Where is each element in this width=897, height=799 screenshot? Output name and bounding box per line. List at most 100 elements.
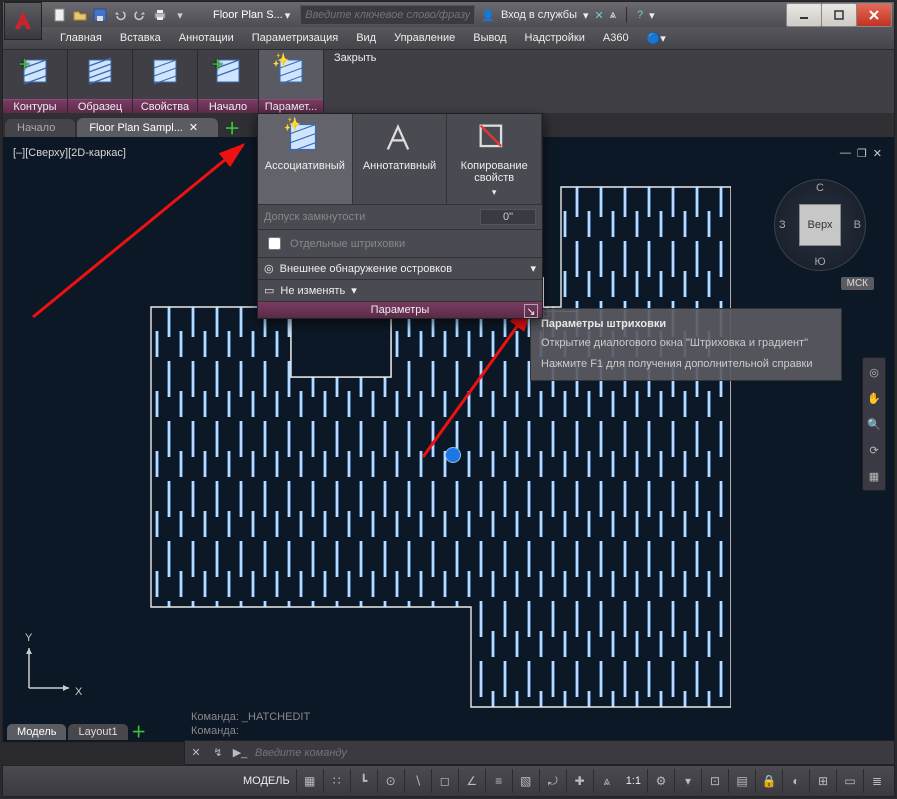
nav-wheel-icon[interactable]: ◎ bbox=[866, 364, 882, 380]
nav-orbit-icon[interactable]: ⟳ bbox=[866, 442, 882, 458]
ribbon-btn-origin[interactable]: ＋ bbox=[196, 52, 260, 88]
close-button[interactable] bbox=[856, 3, 892, 27]
tab-floorplan[interactable]: Floor Plan Sampl...✕ bbox=[77, 118, 218, 137]
app-logo[interactable] bbox=[4, 2, 42, 40]
tab-layout1[interactable]: Layout1 bbox=[68, 724, 127, 740]
ribbon-group-options: ✨ Парамет... bbox=[259, 50, 324, 114]
open-icon[interactable] bbox=[71, 6, 89, 24]
ribbon-btn-close[interactable]: Закрыть bbox=[324, 50, 386, 114]
workspace-icon[interactable]: ▾ bbox=[674, 769, 701, 793]
viewcube-face-top[interactable]: Верх bbox=[799, 204, 841, 246]
signin-icon[interactable]: 👤 bbox=[481, 9, 495, 22]
ribbon-label: Контуры bbox=[3, 99, 67, 114]
tab-start[interactable]: Начало bbox=[5, 119, 75, 137]
viewport-label[interactable]: [–][Сверху][2D-каркас] bbox=[13, 147, 126, 159]
polar-icon[interactable]: ⊙ bbox=[377, 769, 404, 793]
cmd-prompt-icon: ▶_ bbox=[229, 741, 251, 764]
snap-icon[interactable]: ∷ bbox=[323, 769, 350, 793]
close-icon[interactable]: ✕ bbox=[189, 121, 198, 134]
search-input[interactable] bbox=[300, 5, 475, 25]
grid-icon[interactable]: ▦ bbox=[296, 769, 323, 793]
print-icon[interactable] bbox=[151, 6, 169, 24]
cmd-recent-icon[interactable]: ↯ bbox=[207, 741, 229, 764]
isolate-icon[interactable]: ◐ bbox=[782, 769, 809, 793]
lock-ui-icon[interactable]: 🔒 bbox=[755, 769, 782, 793]
menu-a360[interactable]: A360 bbox=[594, 27, 638, 49]
ribbon-btn-pattern[interactable] bbox=[68, 52, 132, 88]
exchange-icon[interactable]: ✕ bbox=[595, 9, 604, 22]
cleanscreen-icon[interactable]: ▭ bbox=[836, 769, 863, 793]
nav-showmotion-icon[interactable]: ▦ bbox=[866, 468, 882, 484]
quickprops-icon[interactable]: ▤ bbox=[728, 769, 755, 793]
menu-addins[interactable]: Надстройки bbox=[516, 27, 594, 49]
isodraft-icon[interactable]: ∖ bbox=[404, 769, 431, 793]
redo-icon[interactable] bbox=[131, 6, 149, 24]
panel-btn-associative[interactable]: ✨ Ассоциативный bbox=[258, 114, 353, 204]
command-history: Команда: _HATCHEDIT Команда: bbox=[191, 710, 310, 738]
share-icon[interactable]: ⩓ bbox=[610, 9, 616, 22]
panel-btn-annotative[interactable]: Аннотативный bbox=[353, 114, 448, 204]
hardware-accel-icon[interactable]: ⊞ bbox=[809, 769, 836, 793]
selection-cycling-icon[interactable]: ⤾ bbox=[539, 769, 566, 793]
menu-parametric[interactable]: Параметризация bbox=[243, 27, 347, 49]
ortho-icon[interactable]: ┗ bbox=[350, 769, 377, 793]
gap-tolerance-label: Допуск замкнутости bbox=[264, 211, 365, 223]
add-tab-button[interactable]: ＋ bbox=[222, 117, 242, 137]
new-icon[interactable] bbox=[51, 6, 69, 24]
status-modelspace[interactable]: МОДЕЛЬ bbox=[237, 775, 296, 787]
nav-pan-icon[interactable]: ✋ bbox=[866, 390, 882, 406]
status-bar: МОДЕЛЬ ▦ ∷ ┗ ⊙ ∖ ◻ ∠ ≡ ▧ ⤾ ✚ ⩓ 1:1 ⚙ ▾ ⊡… bbox=[2, 765, 895, 797]
annotation-monitor-icon[interactable]: ✚ bbox=[566, 769, 593, 793]
cmd-close-icon[interactable]: ✕ bbox=[185, 741, 207, 764]
ucs-icon bbox=[19, 638, 79, 698]
gear-icon[interactable]: ⚙ bbox=[647, 769, 674, 793]
status-scale[interactable]: 1:1 bbox=[620, 775, 647, 787]
dialog-launcher-icon[interactable]: ↘ bbox=[524, 304, 538, 318]
selection-grip[interactable] bbox=[445, 447, 461, 463]
viewcube[interactable]: С Ю З В Верх bbox=[774, 179, 866, 271]
island-detection-dropdown[interactable]: ◎ Внешнее обнаружение островков ▾ bbox=[258, 258, 542, 280]
maximize-button[interactable] bbox=[821, 3, 857, 27]
draworder-dropdown[interactable]: ▭ Не изменять ▾ bbox=[258, 280, 542, 302]
ribbon-btn-properties[interactable] bbox=[133, 52, 197, 88]
menu-annotate[interactable]: Аннотации bbox=[170, 27, 243, 49]
qat-dropdown-icon[interactable]: ▾ bbox=[171, 6, 189, 24]
transparency-icon[interactable]: ▧ bbox=[512, 769, 539, 793]
ucs-badge[interactable]: МСК bbox=[841, 277, 874, 290]
menu-manage[interactable]: Управление bbox=[385, 27, 464, 49]
command-input[interactable] bbox=[251, 746, 894, 760]
save-icon[interactable] bbox=[91, 6, 109, 24]
customize-icon[interactable]: ≣ bbox=[863, 769, 890, 793]
menu-bar: Главная Вставка Аннотации Параметризация… bbox=[2, 27, 895, 49]
add-layout-button[interactable]: ＋ bbox=[130, 722, 148, 740]
annoscale-icon[interactable]: ⩓ bbox=[593, 769, 620, 793]
ribbon-btn-options[interactable]: ✨ bbox=[259, 52, 323, 88]
menu-featured-icon[interactable]: 🔵▾ bbox=[638, 27, 675, 49]
menu-view[interactable]: Вид bbox=[347, 27, 385, 49]
separate-hatches-checkbox[interactable] bbox=[268, 237, 281, 250]
menu-home[interactable]: Главная bbox=[51, 27, 111, 49]
otrack-icon[interactable]: ∠ bbox=[458, 769, 485, 793]
ribbon-group-origin: ＋ Начало bbox=[198, 50, 259, 114]
mdi-minimize-icon[interactable]: — bbox=[840, 147, 851, 160]
tab-model[interactable]: Модель bbox=[7, 724, 66, 740]
nav-zoom-icon[interactable]: 🔍 bbox=[866, 416, 882, 432]
osnap-icon[interactable]: ◻ bbox=[431, 769, 458, 793]
help-icon[interactable]: ? bbox=[637, 9, 643, 21]
gap-tolerance-input[interactable] bbox=[480, 209, 536, 225]
lineweight-icon[interactable]: ≡ bbox=[485, 769, 512, 793]
panel-btn-match[interactable]: Копирование свойств ▾ bbox=[447, 114, 542, 204]
title-right-cluster: 👤 Вход в службы▾ ✕ ⩓ ?▾ bbox=[481, 7, 654, 23]
mdi-close-icon[interactable]: ✕ bbox=[873, 147, 882, 160]
units-icon[interactable]: ⊡ bbox=[701, 769, 728, 793]
menu-insert[interactable]: Вставка bbox=[111, 27, 170, 49]
mdi-restore-icon[interactable]: ❐ bbox=[857, 147, 867, 160]
panel-footer[interactable]: Параметры ↘ bbox=[258, 302, 542, 318]
menu-output[interactable]: Вывод bbox=[464, 27, 515, 49]
undo-icon[interactable] bbox=[111, 6, 129, 24]
signin-button[interactable]: Вход в службы bbox=[501, 9, 577, 21]
minimize-button[interactable] bbox=[786, 3, 822, 27]
navigation-bar: ◎ ✋ 🔍 ⟳ ▦ bbox=[862, 357, 886, 491]
ribbon-btn-boundaries[interactable]: ＋ bbox=[3, 52, 67, 88]
window-controls bbox=[787, 3, 892, 27]
